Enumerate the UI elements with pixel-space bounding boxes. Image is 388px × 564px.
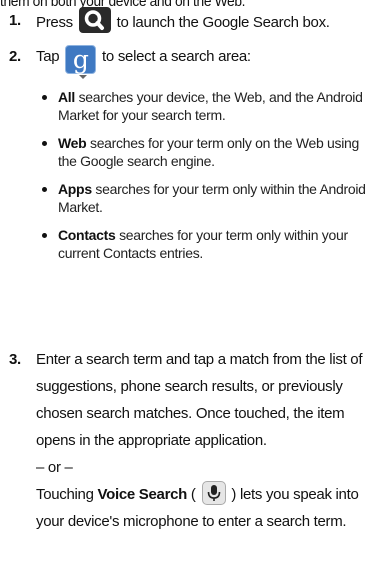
microphone-icon [201,481,226,505]
list-item: All searches your device, the Web, and t… [36,88,376,124]
list-item-term: Apps [58,181,92,197]
step-2-after: to select a search area: [102,48,251,65]
dropdown-triangle-icon [79,75,88,79]
list-item-term: Web [58,135,87,151]
list-item-desc: searches for your term only within the A… [58,181,366,215]
list-item-term: Contacts [58,227,116,243]
step-2-text: Tap g to select a search area: [36,43,384,79]
voice-search-term: Voice Search [97,486,188,503]
list-item: Contacts searches for your term only wit… [36,226,376,262]
step-2-number: 2. [9,48,21,65]
step-3-voice: Touching Voice Search ( ) lets you speak… [36,481,384,535]
list-item-desc: searches your device, the Web, and the A… [58,89,363,123]
step-1-number: 1. [9,12,21,29]
bullet-icon [42,233,47,238]
list-item-term: All [58,89,75,105]
step-1-text: Press to launch the Google Search box. [36,7,384,36]
voice-paren-open: ( [190,486,196,503]
step-2-before: Tap [36,48,60,65]
step-3-paragraph: Enter a search term and tap a match from… [36,351,363,449]
bullet-icon [42,187,47,192]
list-item-desc: searches for your term only on the Web u… [58,135,360,169]
list-item: Apps searches for your term only within … [36,180,376,216]
google-g-icon: g [65,45,97,79]
search-icon [78,7,111,33]
bullet-icon [42,141,47,146]
voice-before: Touching [36,486,94,503]
list-item: Web searches for your term only on the W… [36,134,376,170]
step-1-after: to launch the Google Search box. [116,14,330,31]
step-3-number: 3. [9,351,21,368]
step-3-or: – or – [36,459,73,476]
step-3-text: Enter a search term and tap a match from… [36,346,384,535]
bullet-icon [42,95,47,100]
voice-paren-close: ) [231,486,237,503]
step-1-before: Press [36,14,73,31]
search-area-list: All searches your device, the Web, and t… [36,88,376,272]
